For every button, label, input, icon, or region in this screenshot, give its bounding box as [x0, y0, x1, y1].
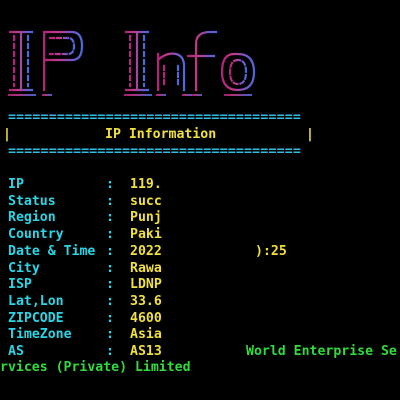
info-value: 119. — [130, 177, 162, 192]
as-wrap-line: rvices (Private) Limited — [0, 360, 191, 375]
ip-info-ascii-banner — [8, 30, 256, 96]
info-key: ZIPCODE — [8, 310, 64, 326]
info-key: Date & Time — [8, 243, 96, 259]
info-value: succ — [130, 193, 162, 209]
info-value: LDNP — [130, 277, 162, 293]
info-value-tail: ):25 — [255, 243, 287, 259]
info-separator: : — [106, 327, 114, 343]
info-value: Paki — [130, 227, 162, 243]
info-value-tail: World Enterprise Se — [246, 344, 397, 359]
info-key: Region — [8, 210, 56, 226]
top-rule: ==================================== — [8, 110, 302, 125]
info-separator: : — [106, 344, 114, 359]
header-title: IP Information — [105, 127, 217, 142]
header-left-bar: | — [3, 127, 11, 142]
info-value: Punj — [130, 210, 162, 226]
info-value: Rawa — [130, 260, 162, 276]
info-value: 4600 — [130, 310, 162, 326]
info-key: City — [8, 260, 40, 276]
terminal-window[interactable]: ==================================== | I… — [0, 0, 400, 400]
info-separator: : — [106, 193, 114, 209]
info-separator: : — [106, 177, 114, 192]
info-separator: : — [106, 293, 114, 309]
info-key: IP — [8, 177, 24, 192]
info-separator: : — [106, 260, 114, 276]
header-right-bar: | — [306, 127, 314, 142]
info-separator: : — [106, 210, 114, 226]
info-separator: : — [106, 277, 114, 293]
info-separator: : — [106, 227, 114, 243]
info-key: Country — [8, 227, 64, 243]
info-key: Lat,Lon — [8, 293, 64, 309]
info-value: Asia — [130, 327, 162, 343]
bottom-rule: ==================================== — [8, 144, 302, 159]
info-key: AS — [8, 344, 24, 359]
info-separator: : — [106, 310, 114, 326]
info-value: 2022 — [130, 243, 162, 259]
info-key: ISP — [8, 277, 32, 293]
info-key: TimeZone — [8, 327, 72, 343]
info-value: AS13 — [130, 344, 162, 359]
info-value: 33.6 — [130, 293, 162, 309]
info-separator: : — [106, 243, 114, 259]
info-key: Status — [8, 193, 56, 209]
